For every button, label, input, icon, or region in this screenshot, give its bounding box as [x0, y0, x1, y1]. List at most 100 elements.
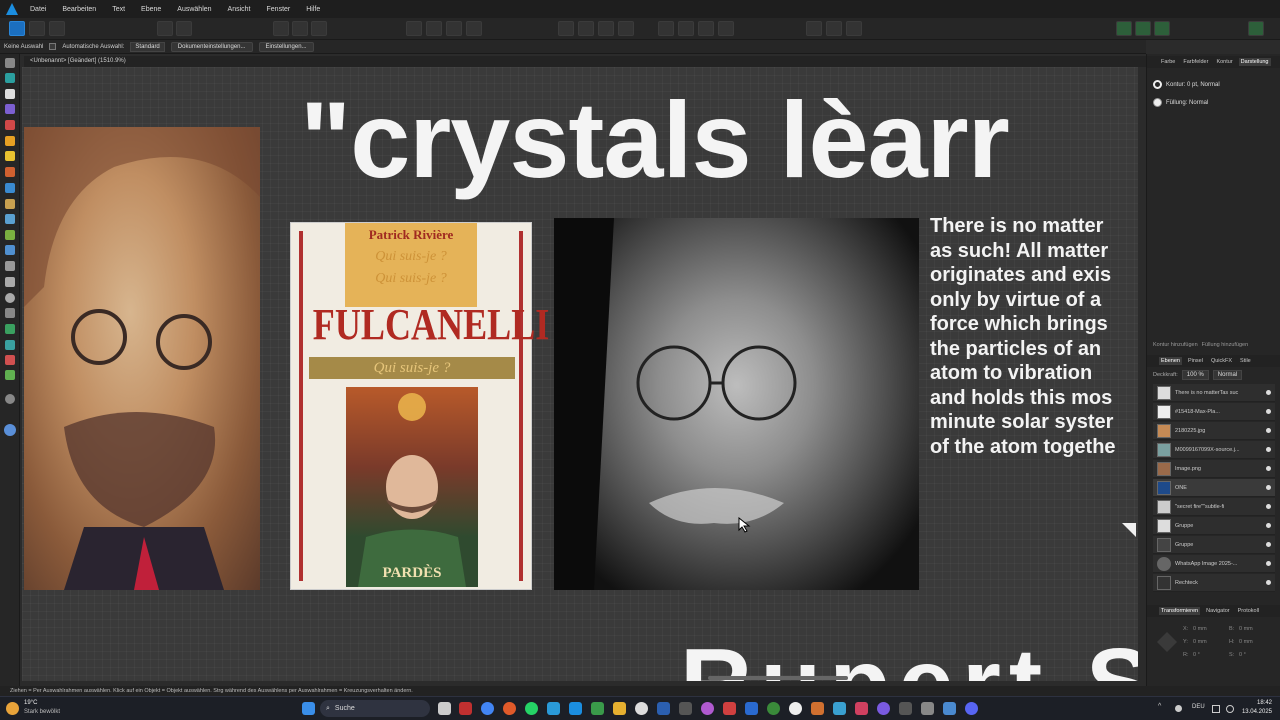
bottom-headline-text[interactable]: Rupert S	[680, 627, 1138, 681]
firefox-icon[interactable]	[503, 702, 516, 715]
app-icon-15[interactable]	[899, 702, 912, 715]
menu-hilfe[interactable]: Hilfe	[298, 6, 328, 13]
app-icon-1[interactable]	[459, 702, 472, 715]
pen-tool-icon[interactable]	[5, 136, 15, 146]
quote-text-frame[interactable]: There is no matter as such! All matter o…	[930, 214, 1135, 459]
layer-row[interactable]: M0099167099X-source.j...	[1153, 441, 1275, 459]
file-explorer-icon[interactable]	[613, 702, 626, 715]
layer-row[interactable]: ONE	[1153, 479, 1275, 497]
persona-export-button[interactable]	[49, 21, 65, 36]
boolean-subtract-button[interactable]	[578, 21, 594, 36]
place-image-tool-icon[interactable]	[5, 370, 15, 380]
app-icon-13[interactable]	[855, 702, 868, 715]
node-tool-icon[interactable]	[5, 89, 15, 99]
move-tool-icon[interactable]	[5, 58, 15, 68]
tab-farbe[interactable]: Farbe	[1159, 58, 1177, 66]
layer-row[interactable]: "secret fire""subtle-fi	[1153, 498, 1275, 516]
tab-protokoll[interactable]: Protokoll	[1236, 607, 1261, 615]
menu-auswaehlen[interactable]: Auswählen	[169, 6, 219, 13]
document-tab[interactable]: <Unbenannt> [Geändert] (1510.9%)	[24, 56, 1146, 67]
text-tool-icon[interactable]	[5, 324, 15, 334]
boolean-add-button[interactable]	[558, 21, 574, 36]
shape-tool-icon[interactable]	[5, 308, 15, 318]
app-icon-7[interactable]	[723, 702, 736, 715]
layer-row[interactable]: 2180225.jpg	[1153, 422, 1275, 440]
menu-datei[interactable]: Datei	[22, 6, 54, 13]
fill-tool-icon[interactable]	[5, 183, 15, 193]
affinity-logo-icon[interactable]	[6, 3, 18, 15]
boolean-xor-button[interactable]	[618, 21, 634, 36]
add-fill-button[interactable]: Füllung hinzufügen	[1202, 342, 1248, 348]
chevron-up-icon[interactable]: ^	[1158, 703, 1161, 710]
tab-pinsel[interactable]: Pinsel	[1186, 357, 1205, 365]
layer-row[interactable]: #15418-Max-Pla...	[1153, 403, 1275, 421]
app-icon-14[interactable]	[877, 702, 890, 715]
text-overflow-indicator-icon[interactable]	[1122, 523, 1136, 537]
visibility-icon[interactable]	[1266, 580, 1271, 585]
visibility-icon[interactable]	[1266, 409, 1271, 414]
auto-select-mode-dropdown[interactable]: Standard	[130, 41, 165, 52]
stroke-swatch-icon[interactable]	[1153, 80, 1162, 89]
flip-h-button[interactable]	[658, 21, 674, 36]
table-tool-icon[interactable]	[5, 355, 15, 365]
auto-select-checkbox[interactable]	[49, 43, 57, 50]
menu-text[interactable]: Text	[104, 6, 133, 13]
visibility-icon[interactable]	[1266, 485, 1271, 490]
artboard-tool-icon[interactable]	[5, 73, 15, 83]
rotate-right-button[interactable]	[718, 21, 734, 36]
align-right-button[interactable]	[311, 21, 327, 36]
anchor-point-icon[interactable]	[1157, 632, 1177, 652]
edge-icon[interactable]	[547, 702, 560, 715]
rotate-left-button[interactable]	[698, 21, 714, 36]
arrange-backward-button[interactable]	[426, 21, 442, 36]
menu-ebene[interactable]: Ebene	[133, 6, 169, 13]
visibility-icon[interactable]	[1266, 561, 1271, 566]
visibility-icon[interactable]	[1266, 466, 1271, 471]
weather-icon[interactable]	[6, 702, 19, 715]
visibility-icon[interactable]	[1266, 428, 1271, 433]
assistant-icon[interactable]	[1116, 21, 1132, 36]
menu-fenster[interactable]: Fenster	[259, 6, 299, 13]
arrange-front-button[interactable]	[466, 21, 482, 36]
pencil-tool-icon[interactable]	[5, 151, 15, 161]
preview-icon[interactable]	[1154, 21, 1170, 36]
ellipse-tool-icon[interactable]	[5, 293, 15, 303]
whatsapp-icon[interactable]	[525, 702, 538, 715]
visibility-icon[interactable]	[1266, 390, 1271, 395]
menu-bearbeiten[interactable]: Bearbeiten	[54, 6, 104, 13]
tab-transformieren[interactable]: Transformieren	[1159, 607, 1201, 615]
paint-mixer-tool-icon[interactable]	[5, 214, 15, 224]
color-picker-icon[interactable]	[846, 21, 862, 36]
width-field[interactable]: 0 mm	[1239, 626, 1253, 632]
stroke-row[interactable]: Kontur: 0 pt, Normal	[1153, 80, 1220, 89]
visibility-icon[interactable]	[1266, 542, 1271, 547]
flip-v-button[interactable]	[678, 21, 694, 36]
crop-tool-icon[interactable]	[5, 261, 15, 271]
tab-navigator[interactable]: Navigator	[1204, 607, 1232, 615]
rotation-field[interactable]: 0 °	[1193, 652, 1200, 658]
blend-mode-dropdown[interactable]: Normal	[1212, 370, 1243, 380]
app-icon-6[interactable]	[701, 702, 714, 715]
layer-row[interactable]: Rechteck	[1153, 574, 1275, 592]
layer-row[interactable]: WhatsApp Image 2025-...	[1153, 555, 1275, 573]
gradient-tool-icon[interactable]	[5, 230, 15, 240]
app-icon-8[interactable]	[745, 702, 758, 715]
app-icon-9[interactable]	[767, 702, 780, 715]
insert-target-button[interactable]	[826, 21, 842, 36]
tab-farbfelder[interactable]: Farbfelder	[1181, 58, 1210, 66]
align-left-button[interactable]	[273, 21, 289, 36]
settings-button[interactable]: Einstellungen...	[258, 41, 314, 52]
align-center-button[interactable]	[292, 21, 308, 36]
fill-row[interactable]: Füllung: Normal	[1153, 98, 1208, 107]
opacity-field[interactable]: 100 %	[1181, 370, 1209, 380]
visibility-icon[interactable]	[1266, 523, 1271, 528]
account-icon[interactable]	[1248, 21, 1264, 36]
portrait-photo-image[interactable]	[554, 218, 919, 590]
clock-time[interactable]: 18:42	[1242, 700, 1272, 706]
network-icon[interactable]	[1212, 705, 1220, 713]
persona-pixel-button[interactable]	[29, 21, 45, 36]
shear-field[interactable]: 0 °	[1239, 652, 1246, 658]
tab-darstellung[interactable]: Darstellung	[1238, 58, 1271, 66]
discord-icon[interactable]	[965, 702, 978, 715]
brush-tool-icon[interactable]	[5, 199, 15, 209]
